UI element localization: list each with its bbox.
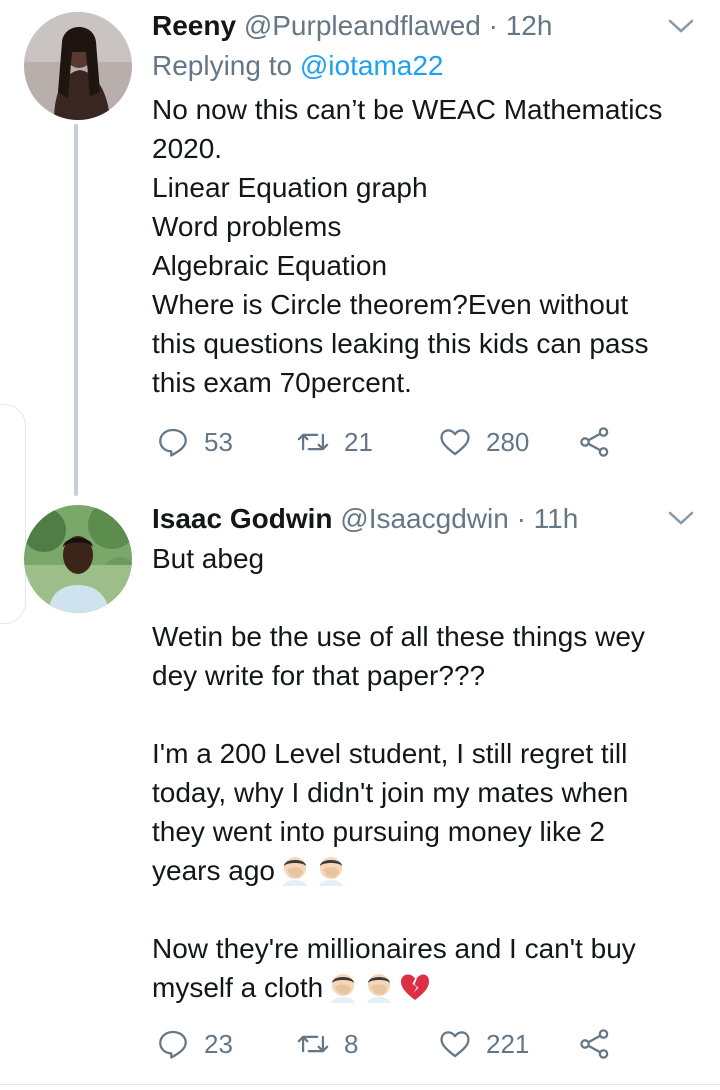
avatar-photo <box>24 12 132 120</box>
avatar-isaac-godwin[interactable] <box>24 505 132 613</box>
tweet-2-text: But abeg Wetin be the use of all these t… <box>152 539 702 1007</box>
display-name[interactable]: Isaac Godwin <box>152 503 333 534</box>
share-button[interactable] <box>578 1022 626 1066</box>
chevron-down-icon[interactable] <box>666 508 696 528</box>
retweet-count: 8 <box>344 1028 359 1059</box>
facepalm-emoji <box>331 974 356 1003</box>
timestamp[interactable]: · 11h <box>517 503 579 534</box>
chevron-down-icon[interactable] <box>666 16 696 36</box>
user-handle[interactable]: @Isaacgdwin <box>340 503 509 534</box>
replying-to-line: Replying to @iotama22 <box>152 50 443 82</box>
tweet-1-header: Reeny @Purpleandflawed · 12h <box>152 10 552 42</box>
like-button[interactable]: 280 <box>438 420 529 464</box>
heart-icon <box>440 429 470 456</box>
reply-icon <box>159 1030 187 1059</box>
side-panel-edge <box>0 404 26 624</box>
tweet-2-text-part-1: But abeg Wetin be the use of all these t… <box>152 543 645 886</box>
thread-connector-line <box>74 124 78 496</box>
reply-count: 23 <box>204 1028 233 1059</box>
tweet-2-header: Isaac Godwin @Isaacgdwin · 11h <box>152 503 578 535</box>
replying-to-mention[interactable]: @iotama22 <box>300 50 444 81</box>
retweet-button[interactable]: 8 <box>296 1022 358 1066</box>
timestamp[interactable]: · 12h <box>489 10 553 41</box>
avatar-photo <box>24 505 132 613</box>
share-icon <box>580 1029 609 1059</box>
like-count: 221 <box>486 1028 530 1059</box>
reply-button[interactable]: 53 <box>156 420 233 464</box>
avatar-reeny[interactable] <box>24 12 132 120</box>
reply-button[interactable]: 23 <box>156 1022 233 1066</box>
heart-icon <box>440 1031 470 1058</box>
tweet-1-text: No now this can’t be WEAC Mathematics 20… <box>152 94 663 398</box>
reply-count: 53 <box>204 426 233 457</box>
replying-to-label: Replying to <box>152 50 300 81</box>
facepalm-emoji <box>367 974 392 1003</box>
facepalm-emoji <box>282 857 307 886</box>
retweet-icon <box>297 433 329 451</box>
facepalm-emoji <box>318 857 343 886</box>
like-count: 280 <box>486 426 530 457</box>
tweet-2-actions: 23 8 221 <box>152 1022 622 1066</box>
share-button[interactable] <box>578 420 626 464</box>
tweet-1-actions: 53 21 280 <box>152 420 622 464</box>
like-button[interactable]: 221 <box>438 1022 529 1066</box>
display-name[interactable]: Reeny <box>152 10 236 41</box>
share-icon <box>580 427 609 457</box>
broken-heart-emoji <box>401 974 430 1000</box>
reply-icon <box>159 428 187 457</box>
retweet-button[interactable]: 21 <box>296 420 373 464</box>
retweet-count: 21 <box>344 426 373 457</box>
tweet-divider <box>0 1084 720 1085</box>
retweet-icon <box>297 1035 329 1053</box>
user-handle[interactable]: @Purpleandflawed <box>244 10 481 41</box>
